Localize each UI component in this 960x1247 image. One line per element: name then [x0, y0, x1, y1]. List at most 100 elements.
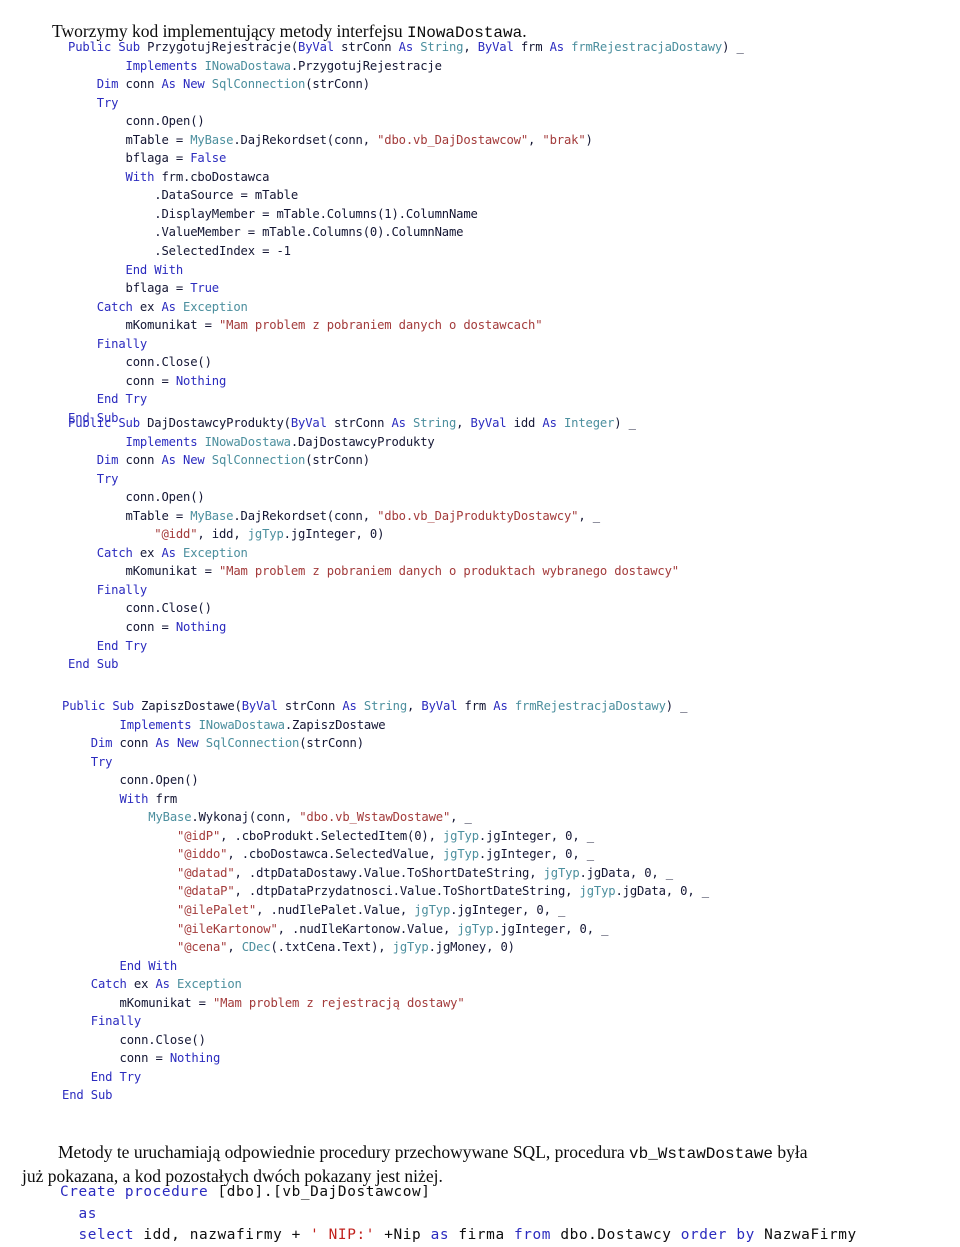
code-token: .ZapiszDostawe: [284, 717, 386, 732]
code-token: +Nip: [375, 1227, 431, 1243]
code-line: End Try: [62, 1068, 709, 1087]
code-token: , idd,: [197, 527, 248, 542]
code-token: "Mam problem z pobraniem danych o produk…: [218, 564, 679, 579]
code-token: NazwaFirmy: [764, 1227, 857, 1243]
closing-line-1: Metody te uruchamiają odpowiednie proced…: [22, 1141, 950, 1165]
code-block-zapisz-dostawe: Public Sub ZapiszDostawe(ByVal strConn A…: [62, 697, 709, 1105]
code-token: "@idP": [177, 828, 221, 843]
code-line: Create procedure [dbo].[vb_DajDostawcow]: [60, 1182, 857, 1204]
code-token: Finally: [90, 1014, 142, 1029]
code-token: With: [119, 791, 156, 806]
code-token: As: [161, 545, 183, 560]
code-token: ) _: [665, 699, 688, 713]
code-line: conn.Close(): [68, 353, 744, 372]
code-token: jgTyp: [579, 884, 616, 899]
code-line: conn = Nothing: [68, 618, 679, 637]
code-line: conn.Open(): [62, 771, 709, 790]
code-token: As: [493, 699, 515, 713]
code-line: "@dataP", .dtpDataPrzydatnosci.Value.ToS…: [62, 882, 709, 901]
code-token: As New: [161, 453, 212, 468]
code-token: SqlConnection: [211, 77, 306, 92]
code-token: from: [513, 1227, 561, 1243]
code-token: ): [585, 132, 593, 147]
code-token: End With: [119, 958, 178, 973]
code-line: Catch ex As Exception: [68, 544, 679, 563]
code-token: As: [155, 977, 177, 992]
code-token: mKomunikat =: [68, 564, 219, 579]
code-token: .PrzygotujRejestracje: [290, 58, 442, 73]
code-token: .jgInteger, 0, _: [493, 921, 609, 936]
closing-paragraph: Metody te uruchamiają odpowiednie proced…: [22, 1141, 950, 1189]
code-token: .jgInteger, 0, _: [478, 847, 594, 862]
code-line: mKomunikat = "Mam problem z pobraniem da…: [68, 316, 744, 335]
code-token: conn.Open(): [62, 773, 199, 788]
code-line: "@ileKartonow", .nudIleKartonow.Value, j…: [62, 920, 709, 939]
code-token: frmRejestracjaDostawy: [571, 40, 723, 54]
code-block-daj-dostawcy-produkty: Public Sub DajDostawcyProdukty(ByVal str…: [68, 414, 679, 674]
code-line: conn.Close(): [62, 1031, 709, 1050]
code-block-przygotuj-rejestracje: Public Sub PrzygotujRejestracje(ByVal st…: [68, 38, 744, 427]
code-token: "Mam problem z pobraniem danych o dostaw…: [218, 318, 543, 333]
code-token: .DajDostawcyProdukty: [290, 434, 435, 449]
code-token: Nothing: [169, 1051, 221, 1066]
code-line: End Try: [68, 637, 679, 656]
code-line: as: [60, 1204, 857, 1226]
code-line: "@ilePalet", .nudIlePalet.Value, jgTyp.j…: [62, 901, 709, 920]
code-token: .DisplayMember = mTable.Columns(1).Colum…: [68, 206, 478, 221]
closing-text-before: Metody te uruchamiają odpowiednie proced…: [58, 1141, 629, 1162]
code-token: As: [161, 299, 183, 314]
code-token: dbo.Dostawcy: [560, 1227, 681, 1243]
code-token: conn: [125, 77, 162, 92]
code-token: "brak": [542, 132, 586, 147]
code-token: strConn: [284, 699, 343, 713]
document-page: Tworzymy kod implementujący metody inter…: [0, 0, 960, 1245]
code-token: As: [391, 416, 413, 430]
code-token: As: [342, 699, 364, 713]
code-line: mTable = MyBase.DajRekordset(conn, "dbo.…: [68, 131, 744, 150]
code-token: , .nudIlePalet.Value,: [256, 903, 415, 918]
code-token: INowaDostawa: [204, 434, 291, 449]
code-line: With frm.cboDostawca: [68, 168, 744, 187]
code-token: , .cboProdukt.SelectedItem(0),: [220, 828, 443, 843]
code-line: Finally: [68, 581, 679, 600]
code-token: (strConn): [299, 736, 364, 751]
code-token: Try: [96, 95, 119, 110]
code-token: select: [78, 1227, 144, 1243]
code-token: Public Sub: [62, 699, 142, 713]
code-line: With frm: [62, 790, 709, 809]
code-token: ZapiszDostawe(: [141, 699, 242, 713]
code-line: Implements INowaDostawa.PrzygotujRejestr…: [68, 57, 744, 76]
code-token: MyBase: [190, 508, 234, 523]
code-line: .SelectedIndex = -1: [68, 242, 744, 261]
code-token: ByVal: [241, 699, 285, 713]
code-token: End Try: [90, 1069, 142, 1084]
code-token: mTable =: [68, 508, 191, 523]
code-token: End Sub: [62, 1088, 113, 1103]
code-token: SqlConnection: [205, 736, 300, 751]
code-line: mKomunikat = "Mam problem z rejestracją …: [62, 994, 709, 1013]
code-token: bflaga =: [68, 151, 191, 166]
code-token: conn.Close(): [68, 601, 212, 616]
code-token: ) _: [722, 40, 744, 54]
code-token: jgTyp: [442, 847, 479, 862]
code-token: mKomunikat =: [62, 995, 213, 1010]
code-line: Public Sub DajDostawcyProdukty(ByVal str…: [68, 414, 679, 433]
code-line: End Sub: [62, 1086, 709, 1105]
code-token: idd: [513, 416, 543, 430]
code-token: conn: [119, 736, 156, 751]
code-block-sql-dajdostawcow: Create procedure [dbo].[vb_DajDostawcow]…: [60, 1182, 857, 1247]
code-line: .DataSource = mTable: [68, 186, 744, 205]
